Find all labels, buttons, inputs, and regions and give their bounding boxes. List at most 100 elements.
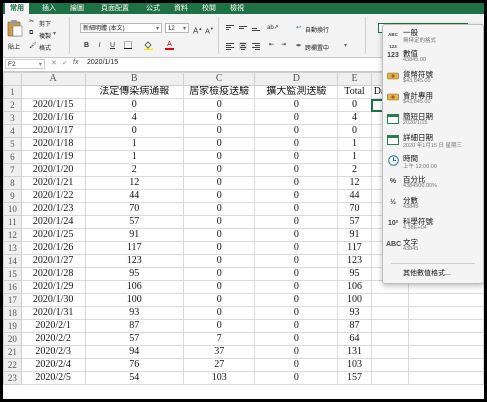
row-header[interactable]: 9 <box>3 189 22 203</box>
fill-color-button[interactable] <box>144 41 153 50</box>
row-header[interactable]: 18 <box>3 306 22 320</box>
cell[interactable]: 2020/1/23 <box>20 202 86 216</box>
cell[interactable]: 0 <box>254 345 339 359</box>
row-header[interactable]: 7 <box>3 163 22 177</box>
cell[interactable]: 157 <box>337 371 372 385</box>
font-color-button[interactable]: A <box>165 40 174 50</box>
row-header[interactable]: 14 <box>3 254 22 268</box>
cell[interactable]: 0 <box>254 254 339 268</box>
cell[interactable]: 54 <box>84 371 184 385</box>
row-header[interactable]: 12 <box>3 228 22 242</box>
cell[interactable]: 0 <box>84 98 184 112</box>
tab-formulas[interactable]: 公式 <box>143 3 163 14</box>
cell[interactable]: 2020/1/24 <box>20 215 86 229</box>
cell[interactable]: 76 <box>84 358 184 372</box>
cell[interactable]: 0 <box>337 124 372 138</box>
cell[interactable]: 0 <box>337 98 372 112</box>
cell[interactable] <box>407 306 484 320</box>
cell[interactable]: 2020/1/28 <box>20 267 86 281</box>
cell[interactable]: 2020/2/1 <box>20 319 86 333</box>
column-header-e[interactable]: E <box>337 72 372 86</box>
cell[interactable] <box>20 85 86 99</box>
cell[interactable]: 0 <box>182 293 256 307</box>
tab-view[interactable]: 檢視 <box>227 3 247 14</box>
italic-button[interactable]: I <box>95 41 104 50</box>
format-option-accounting[interactable]: 會計專用 $43,845.00 <box>383 90 483 110</box>
cell[interactable]: 0 <box>254 215 339 229</box>
cell[interactable]: 106 <box>337 280 372 294</box>
align-center-button[interactable] <box>239 42 247 50</box>
cell[interactable]: 64 <box>337 332 372 346</box>
underline-button[interactable]: U <box>108 41 117 50</box>
cell[interactable]: 0 <box>254 111 339 125</box>
name-box[interactable]: F2 ▾ <box>5 59 45 69</box>
row-header[interactable]: 6 <box>3 150 22 164</box>
cell[interactable]: 0 <box>254 189 339 203</box>
cell[interactable] <box>370 371 409 385</box>
select-all-corner[interactable] <box>3 72 22 86</box>
cell[interactable]: 91 <box>337 228 372 242</box>
cell[interactable]: 1 <box>84 137 184 151</box>
column-header-b[interactable]: B <box>84 72 184 86</box>
cell[interactable]: 0 <box>182 280 256 294</box>
cell[interactable]: 2020/1/31 <box>20 306 86 320</box>
cell[interactable]: 2020/1/18 <box>20 137 86 151</box>
cell[interactable]: 0 <box>254 163 339 177</box>
cell[interactable]: 2020/2/4 <box>20 358 86 372</box>
cell[interactable] <box>370 293 409 307</box>
cell[interactable]: 117 <box>84 241 184 255</box>
cell[interactable] <box>407 358 484 372</box>
cell[interactable]: 0 <box>182 319 256 333</box>
cell[interactable]: 1 <box>84 150 184 164</box>
cell[interactable]: 44 <box>84 189 184 203</box>
cell[interactable]: 0 <box>182 163 256 177</box>
cell[interactable]: 2020/1/15 <box>20 98 86 112</box>
merge-center-button[interactable]: ⇹ 跨欄置中 ▾ <box>296 41 356 52</box>
format-option-currency[interactable]: 貨幣符號 $43,845.00 <box>383 69 483 89</box>
align-middle-button[interactable] <box>239 24 247 32</box>
cell[interactable]: 0 <box>254 371 339 385</box>
cell[interactable]: 2020/1/19 <box>20 150 86 164</box>
wrap-text-button[interactable]: ↩ 自動換行 <box>296 23 348 34</box>
cell[interactable]: 4 <box>84 111 184 125</box>
cell[interactable]: 0 <box>254 358 339 372</box>
cell[interactable]: 2020/1/25 <box>20 228 86 242</box>
paste-button[interactable]: 貼上 <box>6 17 24 53</box>
cell[interactable]: 0 <box>254 202 339 216</box>
cell[interactable]: 70 <box>337 202 372 216</box>
cell[interactable]: 0 <box>182 202 256 216</box>
cell[interactable]: 2020/2/5 <box>20 371 86 385</box>
shrink-font-button[interactable]: A▼ <box>205 24 214 35</box>
column-header-d[interactable]: D <box>254 72 339 86</box>
cell[interactable]: 2020/1/16 <box>20 111 86 125</box>
row-header[interactable]: 11 <box>3 215 22 229</box>
cell[interactable]: 0 <box>84 124 184 138</box>
tab-data[interactable]: 資料 <box>171 3 191 14</box>
font-size-dropdown[interactable]: 12 ▾ <box>165 23 189 33</box>
borders-button[interactable] <box>123 41 132 50</box>
cell[interactable]: 0 <box>182 215 256 229</box>
formula-input[interactable]: 2020/1/15 <box>87 59 118 66</box>
cell[interactable]: 0 <box>182 189 256 203</box>
cell[interactable]: 91 <box>84 228 184 242</box>
cell[interactable]: 44 <box>337 189 372 203</box>
row-header[interactable]: 16 <box>3 280 22 294</box>
tab-page-layout[interactable]: 頁面配置 <box>95 3 135 14</box>
format-option-text[interactable]: ABC 文字 43845 <box>383 237 483 257</box>
cell[interactable]: 0 <box>254 241 339 255</box>
cell[interactable]: 117 <box>337 241 372 255</box>
cell[interactable] <box>370 358 409 372</box>
cell[interactable]: 100 <box>337 293 372 307</box>
cell[interactable] <box>407 332 484 346</box>
cell[interactable] <box>370 345 409 359</box>
format-option-general[interactable]: ABC 123 一般 無特定的格式 <box>383 27 483 49</box>
cell[interactable]: 57 <box>84 215 184 229</box>
row-header[interactable]: 13 <box>3 241 22 255</box>
row-header[interactable]: 1 <box>3 85 22 99</box>
format-option-number[interactable]: 123 數值 43845.00 <box>383 48 483 68</box>
cell[interactable]: 0 <box>182 241 256 255</box>
cell[interactable] <box>407 319 484 333</box>
cell[interactable]: 0 <box>254 124 339 138</box>
cell[interactable]: 37 <box>182 345 256 359</box>
cell[interactable]: 1 <box>337 137 372 151</box>
